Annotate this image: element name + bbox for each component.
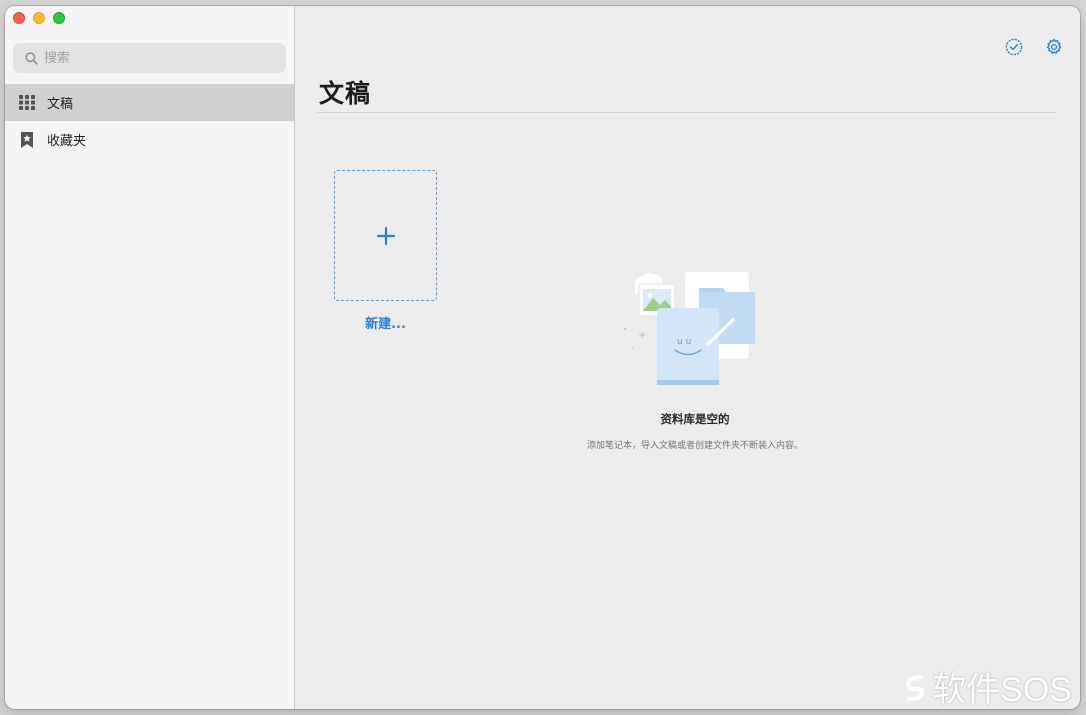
empty-state-description: 添加笔记本，导入文稿或者创建文件夹不断装入内容。 [586,441,803,451]
search-input[interactable] [44,50,264,66]
empty-library-illustration: u u + [624,272,755,385]
plus-icon [376,226,395,245]
sidebar-item-label: 文稿 [47,97,74,112]
watermark-text: 软件SOS [932,671,1072,709]
bookmark-star-icon [18,131,36,149]
sidebar-item-label: 收藏夹 [47,134,87,149]
watermark: 软件SOS [900,662,1072,711]
select-button[interactable] [1003,36,1025,58]
sidebar: 文稿 收藏夹 [5,6,295,709]
sidebar-item-favorites[interactable]: 收藏夹 [5,121,294,158]
search-icon [25,51,38,65]
close-window-button[interactable] [13,12,25,24]
search-box[interactable] [13,43,286,73]
new-document-tile[interactable] [334,170,437,301]
page-title: 文稿 [319,79,372,108]
app-window: 文稿 收藏夹 [5,6,1080,709]
grid-icon [18,94,36,112]
empty-state-title: 资料库是空的 [660,412,730,426]
svg-text:u u: u u [677,337,691,347]
minimize-window-button[interactable] [33,12,45,24]
title-divider [317,112,1056,113]
window-controls [13,12,65,24]
settings-button[interactable] [1043,36,1065,58]
checkmark-circle-icon [1005,38,1023,56]
zoom-window-button[interactable] [53,12,65,24]
sidebar-item-documents[interactable]: 文稿 [5,84,294,121]
svg-text:+: + [638,330,646,341]
swirl-logo-icon [906,674,925,701]
new-document-label[interactable]: 新建... [334,313,437,332]
gear-icon [1046,38,1062,54]
main-content: 文稿 新建... u u + 资料库是空的 添加笔记本，导入文稿或者创建文件夹不… [295,6,1080,709]
